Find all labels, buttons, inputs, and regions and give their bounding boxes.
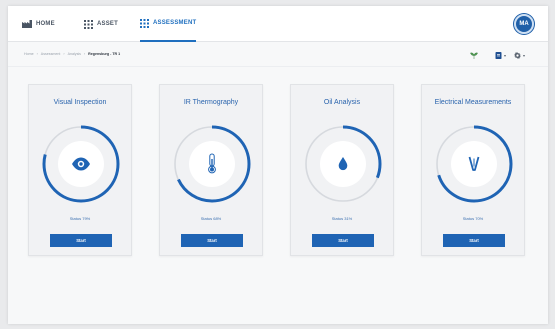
avatar-initials: MA <box>519 21 529 27</box>
nav-home[interactable]: HOME <box>22 6 55 42</box>
breadcrumb-item[interactable]: Home <box>24 52 34 56</box>
start-button[interactable]: Start <box>181 234 243 247</box>
chevron-down-icon: ▾ <box>504 52 507 58</box>
document-menu[interactable]: ▾ <box>495 49 506 61</box>
chevron-down-icon: ▾ <box>523 52 526 58</box>
start-button[interactable]: Start <box>443 234 505 247</box>
card-oil-analysis: Oil Analysis Status 31% Start <box>290 84 394 256</box>
card-ir-thermography: IR Thermography Status 68% Start <box>159 84 263 256</box>
plant-icon <box>470 46 478 64</box>
progress-ring <box>42 125 120 203</box>
nav-asset[interactable]: ASSET <box>84 6 118 42</box>
nav-home-label: HOME <box>36 21 55 27</box>
app-window: HOME ASSET ASSESSMENT MA Home › Assessme… <box>8 6 548 324</box>
plant-button[interactable] <box>470 49 478 61</box>
gear-icon <box>514 46 521 64</box>
avatar[interactable]: MA <box>514 14 534 34</box>
document-icon <box>495 46 502 64</box>
nav-asset-label: ASSET <box>97 21 119 27</box>
breadcrumb: Home › Assessment › Analysis › Regensbur… <box>24 52 120 56</box>
breadcrumb-item[interactable]: Analysis <box>68 52 81 56</box>
card-visual-inspection: Visual Inspection Status 79% Start <box>28 84 132 256</box>
breadcrumb-item[interactable]: Assessment <box>41 52 61 56</box>
status-text: Status 70% <box>462 216 484 221</box>
card-title: Electrical Measurements <box>434 99 512 106</box>
progress-ring <box>173 125 251 203</box>
progress-ring <box>435 125 513 203</box>
breadcrumb-separator: › <box>83 52 86 56</box>
status-text: Status 31% <box>331 216 353 221</box>
status-text: Status 79% <box>69 216 91 221</box>
card-electrical-measurements: Electrical Measurements Status 70% Start <box>421 84 525 256</box>
card-title: Oil Analysis <box>323 99 361 106</box>
top-navigation-bar: HOME ASSET ASSESSMENT MA <box>8 6 548 42</box>
breadcrumb-current: Regensburg - TR 1 <box>88 52 121 56</box>
card-title: Visual Inspection <box>53 99 107 106</box>
progress-ring <box>304 125 382 203</box>
nav-assessment-label: ASSESSMENT <box>153 20 197 26</box>
card-title: IR Thermography <box>183 99 239 106</box>
factory-icon <box>22 20 32 28</box>
status-text: Status 68% <box>200 216 222 221</box>
grid-icon <box>140 18 149 28</box>
grid-icon <box>84 19 93 29</box>
start-button[interactable]: Start <box>50 234 112 247</box>
breadcrumb-bar: Home › Assessment › Analysis › Regensbur… <box>8 43 548 67</box>
breadcrumb-separator: › <box>36 52 38 56</box>
start-button[interactable]: Start <box>312 234 374 247</box>
nav-assessment[interactable]: ASSESSMENT <box>140 6 197 42</box>
settings-menu[interactable]: ▾ <box>514 49 525 61</box>
breadcrumb-separator: › <box>63 52 65 56</box>
